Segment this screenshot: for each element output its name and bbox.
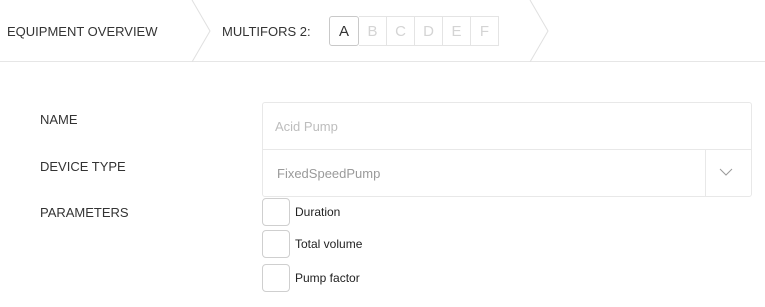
breadcrumb: EQUIPMENT OVERVIEW MULTIFORS 2: A B C D … <box>0 0 765 62</box>
pump-factor-checkbox[interactable] <box>262 264 290 292</box>
name-label: NAME <box>40 112 78 127</box>
letter-button-b[interactable]: B <box>359 16 387 46</box>
name-input[interactable] <box>262 102 752 149</box>
device-type-value: FixedSpeedPump <box>277 166 381 181</box>
parameter-label: Pump factor <box>295 271 360 285</box>
device-type-select[interactable]: FixedSpeedPump <box>262 149 752 197</box>
breadcrumb-multifors-label: MULTIFORS 2: <box>222 24 311 39</box>
chevron-down-icon[interactable] <box>719 167 733 177</box>
letter-button-d[interactable]: D <box>415 16 443 46</box>
parameter-label: Duration <box>295 205 341 219</box>
total-volume-checkbox[interactable] <box>262 230 290 258</box>
letter-button-a[interactable]: A <box>329 16 359 46</box>
multifors-letter-selector: A B C D E F <box>329 16 499 46</box>
parameter-option-pump-factor[interactable]: Pump factor <box>262 264 360 292</box>
parameters-label: PARAMETERS <box>40 205 129 220</box>
breadcrumb-equipment-overview[interactable]: EQUIPMENT OVERVIEW <box>7 24 158 39</box>
duration-checkbox[interactable] <box>262 198 290 226</box>
letter-button-e[interactable]: E <box>443 16 471 46</box>
parameter-option-duration[interactable]: Duration <box>262 198 340 226</box>
select-divider <box>705 150 706 196</box>
device-type-label: DEVICE TYPE <box>40 159 126 174</box>
letter-button-c[interactable]: C <box>387 16 415 46</box>
parameter-option-total-volume[interactable]: Total volume <box>262 230 362 258</box>
letter-button-f[interactable]: F <box>471 16 499 46</box>
parameter-label: Total volume <box>295 237 363 251</box>
